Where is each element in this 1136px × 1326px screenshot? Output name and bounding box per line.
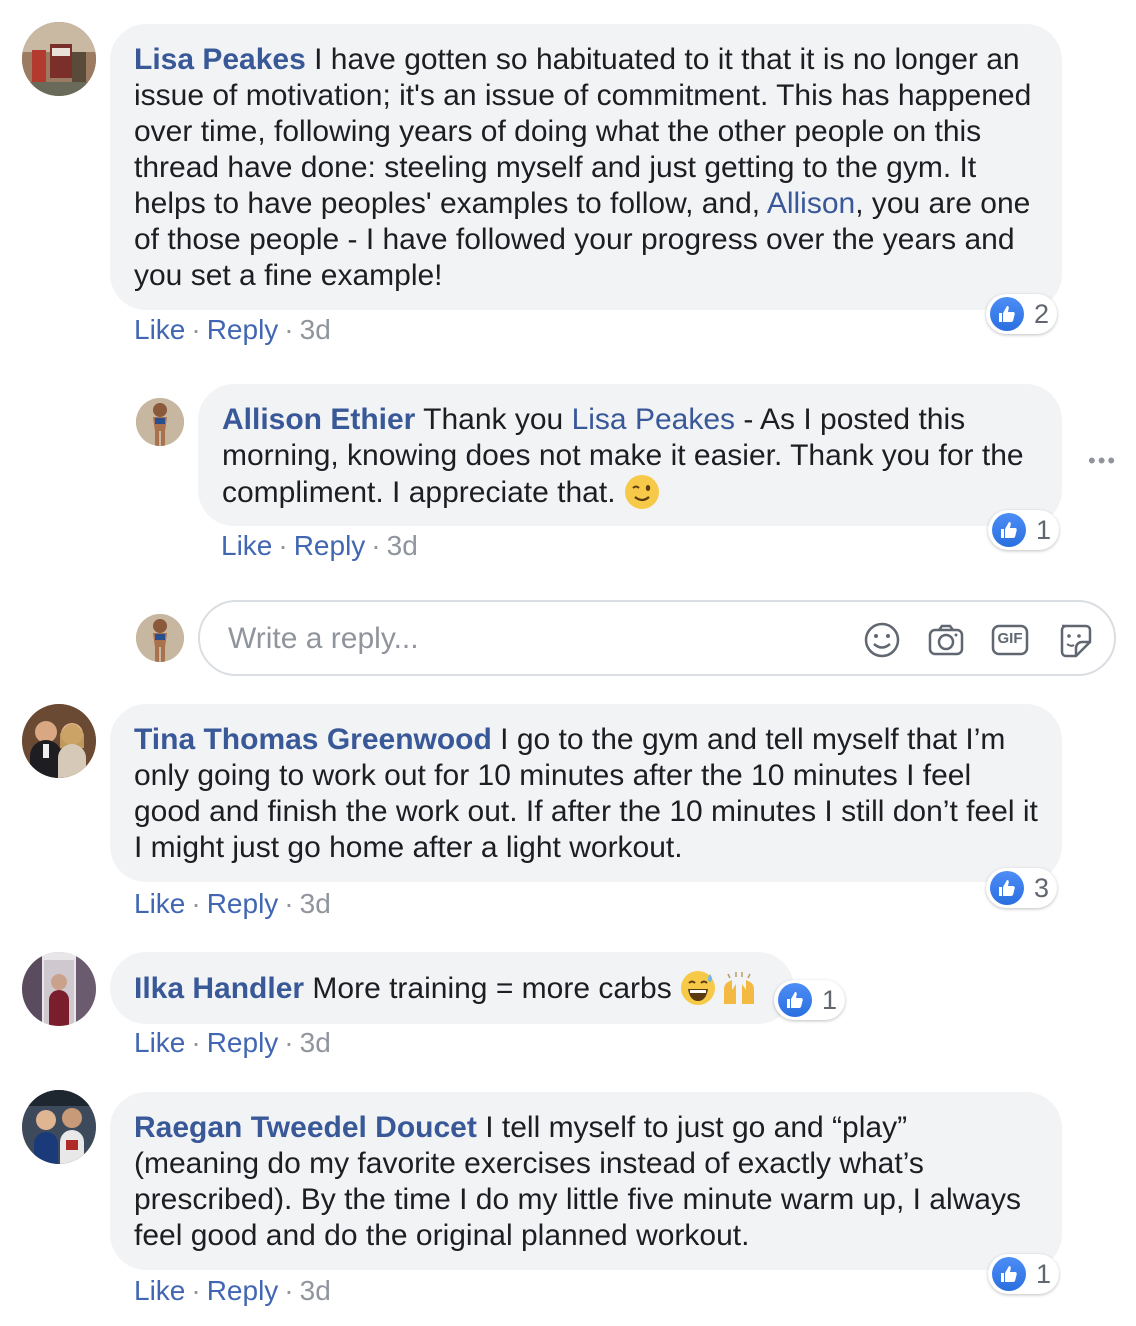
separator: · <box>191 314 201 345</box>
reaction-count: 1 <box>822 984 838 1015</box>
comment-text: Thank you <box>415 403 572 436</box>
gif-icon[interactable]: GIF <box>990 620 1030 660</box>
mention-link[interactable]: Allison <box>767 187 855 220</box>
reaction-count: 1 <box>1036 514 1052 545</box>
comment-author[interactable]: Tina Thomas Greenwood <box>134 723 492 756</box>
comment-bubble-raegan-tweedel-doucet: Raegan Tweedel Doucet I tell myself to j… <box>110 1092 1062 1270</box>
avatar-allison-ethier[interactable] <box>136 398 184 446</box>
comment-text: More training = more carbs <box>304 972 681 1005</box>
thumbs-up-icon <box>990 297 1024 331</box>
comment-actions: Like · Reply · 3d <box>134 1275 331 1307</box>
grinning-sweat-icon <box>680 970 716 1015</box>
reaction-count-badge[interactable]: 1 <box>988 510 1060 550</box>
reply-link[interactable]: Reply <box>207 1027 279 1058</box>
camera-icon[interactable] <box>926 620 966 660</box>
comment-author[interactable]: Ilka Handler <box>134 972 304 1005</box>
timestamp[interactable]: 3d <box>300 888 331 919</box>
avatar-tina-thomas-greenwood[interactable] <box>22 704 96 778</box>
avatar-ilka-handler[interactable] <box>22 952 96 1026</box>
like-link[interactable]: Like <box>134 1027 185 1058</box>
gif-label: GIF <box>997 630 1023 647</box>
timestamp[interactable]: 3d <box>300 314 331 345</box>
like-link[interactable]: Like <box>134 1275 185 1306</box>
reply-composer: GIF <box>198 600 1116 676</box>
comment-actions: Like · Reply · 3d <box>134 1027 331 1059</box>
avatar-raegan-tweedel-doucet[interactable] <box>22 1090 96 1164</box>
separator: · <box>191 888 201 919</box>
separator: · <box>284 314 294 345</box>
reaction-count: 3 <box>1034 872 1050 903</box>
more-options-icon[interactable]: ••• <box>1088 448 1117 474</box>
reaction-count-badge[interactable]: 2 <box>986 294 1058 334</box>
reaction-count-badge[interactable]: 1 <box>988 1254 1060 1294</box>
raised-hands-icon <box>720 970 758 1015</box>
reaction-count-badge[interactable]: 1 <box>774 980 846 1020</box>
reply-link[interactable]: Reply <box>207 888 279 919</box>
reply-link[interactable]: Reply <box>294 530 366 561</box>
comment-author[interactable]: Lisa Peakes <box>134 43 306 76</box>
reply-link[interactable]: Reply <box>207 314 279 345</box>
thumbs-up-icon <box>778 983 812 1017</box>
comment-actions: Like · Reply · 3d <box>134 888 331 920</box>
comment-bubble-allison-ethier: Allison Ethier Thank you Lisa Peakes - A… <box>198 384 1062 526</box>
separator: · <box>191 1027 201 1058</box>
comment-actions: Like · Reply · 3d <box>134 314 331 346</box>
sticker-icon[interactable] <box>1054 620 1094 660</box>
avatar-lisa-peakes[interactable] <box>22 22 96 96</box>
comment-author[interactable]: Raegan Tweedel Doucet <box>134 1111 477 1144</box>
separator: · <box>278 530 288 561</box>
reply-input[interactable] <box>226 616 850 662</box>
thumbs-up-icon <box>992 513 1026 547</box>
timestamp[interactable]: 3d <box>300 1027 331 1058</box>
smiley-icon[interactable] <box>862 620 902 660</box>
separator: · <box>284 1027 294 1058</box>
current-user-avatar <box>136 614 184 662</box>
separator: · <box>284 888 294 919</box>
like-link[interactable]: Like <box>134 888 185 919</box>
like-link[interactable]: Like <box>134 314 185 345</box>
mention-link[interactable]: Lisa Peakes <box>572 403 735 436</box>
separator: · <box>371 530 381 561</box>
thumbs-up-icon <box>992 1257 1026 1291</box>
thumbs-up-icon <box>990 871 1024 905</box>
reply-link[interactable]: Reply <box>207 1275 279 1306</box>
comment-bubble-lisa-peakes: Lisa Peakes I have gotten so habituated … <box>110 24 1062 310</box>
timestamp[interactable]: 3d <box>387 530 418 561</box>
reaction-count: 1 <box>1036 1258 1052 1289</box>
reaction-count: 2 <box>1034 298 1050 329</box>
like-link[interactable]: Like <box>221 530 272 561</box>
timestamp[interactable]: 3d <box>300 1275 331 1306</box>
separator: · <box>284 1275 294 1306</box>
comment-actions: Like · Reply · 3d <box>221 530 418 562</box>
comment-bubble-tina-thomas-greenwood: Tina Thomas Greenwood I go to the gym an… <box>110 704 1062 882</box>
separator: · <box>191 1275 201 1306</box>
winking-face-icon <box>624 474 660 519</box>
reaction-count-badge[interactable]: 3 <box>986 868 1058 908</box>
comment-author[interactable]: Allison Ethier <box>222 403 415 436</box>
comment-bubble-ilka-handler: Ilka Handler More training = more carbs <box>110 952 794 1024</box>
